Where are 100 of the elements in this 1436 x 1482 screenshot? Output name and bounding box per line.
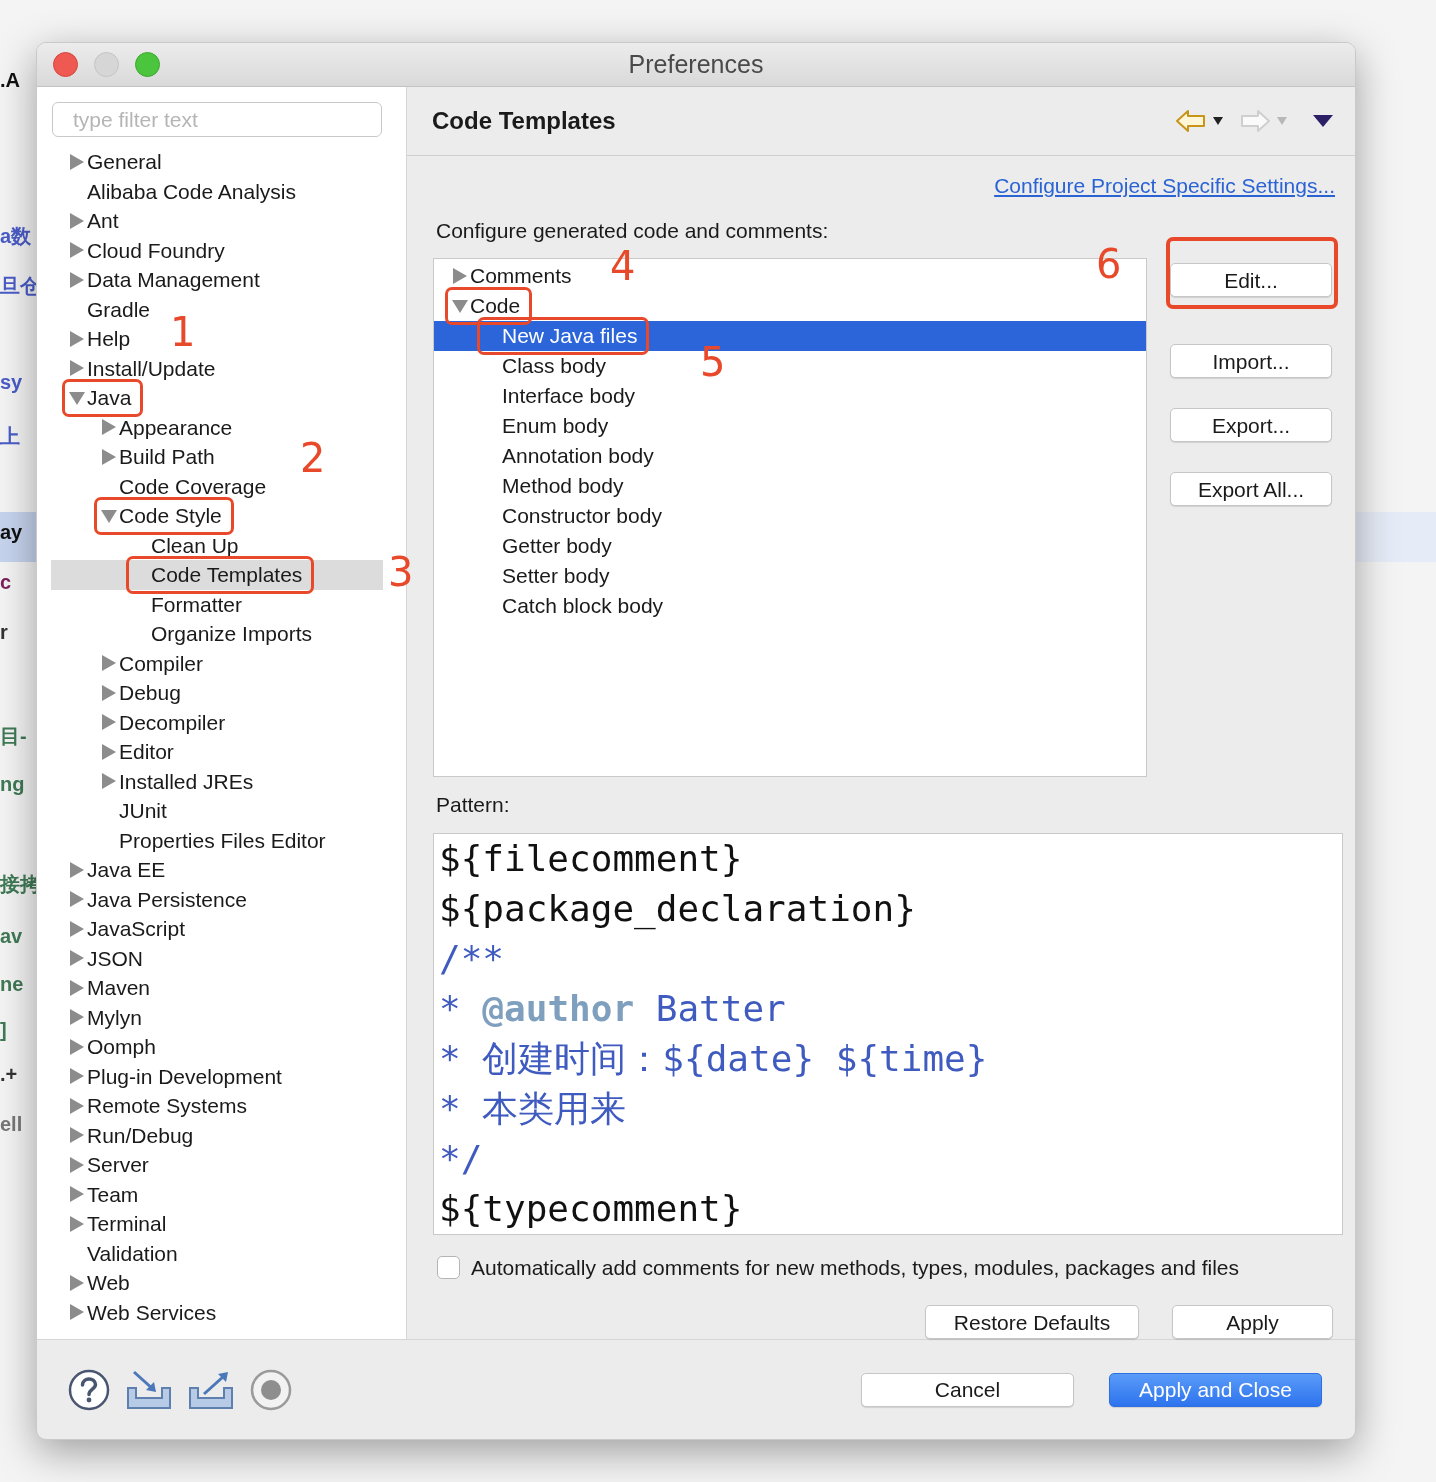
help-icon[interactable]	[68, 1368, 110, 1411]
tree-item[interactable]: Web	[51, 1268, 146, 1298]
tree-item[interactable]: Java Persistence	[51, 884, 263, 914]
side-button[interactable]: Export...	[1170, 408, 1332, 442]
section-label: Configure generated code and comments:	[436, 217, 830, 244]
tree-item[interactable]: Oomph	[51, 1032, 172, 1062]
background-text: a数	[0, 226, 32, 246]
tree-item[interactable]: Mylyn	[51, 1002, 158, 1032]
tree-item[interactable]: Debug	[51, 678, 197, 708]
background-text: av	[0, 926, 23, 946]
tree-item[interactable]: Build Path	[51, 442, 231, 472]
tree-item[interactable]: Getter body	[434, 531, 628, 561]
background-text: ne	[0, 974, 24, 994]
tree-item[interactable]: Installed JREs	[51, 766, 270, 796]
tree-item[interactable]: Alibaba Code Analysis	[51, 176, 312, 206]
side-button[interactable]: Export All...	[1170, 472, 1332, 506]
tree-item[interactable]: Editor	[51, 737, 190, 767]
expander-icon[interactable]	[100, 507, 119, 524]
annotation-number: 2	[300, 438, 326, 478]
checkbox[interactable]	[437, 1255, 460, 1279]
annotation-number: 4	[610, 246, 636, 286]
page-button[interactable]: Apply	[1172, 1305, 1333, 1339]
background-text: sy	[0, 372, 23, 392]
configure-settings-link[interactable]: Configure Project Specific Settings...	[994, 170, 1335, 202]
window-title: Preferences	[628, 49, 764, 78]
tree-item[interactable]: Terminal	[51, 1209, 183, 1239]
tree-item[interactable]: Annotation body	[434, 441, 670, 471]
background-text: 上	[0, 426, 20, 446]
side-button[interactable]: Edit...	[1170, 263, 1332, 297]
tree-item[interactable]: General	[51, 147, 178, 177]
tree-item[interactable]: Code Coverage	[51, 471, 283, 501]
code-line: ${typecomment}	[439, 1186, 744, 1231]
tree-item[interactable]: Remote Systems	[51, 1091, 263, 1121]
tree-item[interactable]: Help	[51, 324, 147, 354]
pattern-label: Pattern:	[436, 792, 511, 818]
expander-icon[interactable]	[68, 389, 87, 406]
page-button[interactable]: Restore Defaults	[925, 1305, 1139, 1339]
tree-item[interactable]: Run/Debug	[51, 1120, 210, 1150]
tree-item[interactable]: Team	[51, 1179, 155, 1209]
tree-item[interactable]: Method body	[434, 471, 640, 501]
tree-item[interactable]: Data Management	[51, 265, 276, 295]
import-icon[interactable]	[126, 1369, 172, 1410]
export-icon[interactable]	[188, 1369, 234, 1410]
background-text: ]	[0, 1020, 7, 1040]
background-text: ell	[0, 1114, 23, 1134]
background-text: 目-	[0, 726, 27, 746]
tree-item[interactable]: Class body	[434, 351, 622, 381]
background-text: ay	[0, 522, 23, 542]
page-title: Code Templates	[432, 106, 616, 136]
tree-item[interactable]: Server	[51, 1150, 165, 1180]
view-menu-icon[interactable]	[1313, 115, 1333, 127]
tree-item[interactable]: Setter body	[434, 561, 626, 591]
tree-item[interactable]: Constructor body	[434, 501, 678, 531]
tree-item[interactable]: Clean Up	[51, 530, 255, 560]
tree-item[interactable]: Install/Update	[51, 353, 232, 383]
tree-item[interactable]: JavaScript	[51, 914, 202, 944]
back-arrow-icon[interactable]	[1175, 109, 1207, 133]
code-line: ${filecomment}	[439, 836, 744, 881]
tree-item[interactable]: JSON	[51, 943, 159, 973]
code-line: * @author Batter	[439, 986, 787, 1031]
tree-item[interactable]: Formatter	[51, 589, 258, 619]
tree-item[interactable]: Web Services	[51, 1297, 233, 1327]
close-icon[interactable]	[53, 52, 78, 77]
checkbox-label: Automatically add comments for new methods, types, modules, packages and files	[471, 1254, 1240, 1281]
tree-item[interactable]: Java EE	[51, 855, 182, 885]
zoom-icon[interactable]	[135, 52, 160, 77]
annotation-number: 6	[1096, 244, 1122, 284]
tree-item[interactable]: Gradle	[51, 294, 167, 324]
dialog-button[interactable]: Apply and Close	[1109, 1372, 1322, 1407]
tree-item[interactable]: Comments	[434, 261, 588, 291]
background-highlight	[0, 512, 36, 562]
tree-item[interactable]: Catch block body	[434, 591, 680, 621]
filter-field[interactable]: type filter text	[52, 102, 382, 137]
tree-item[interactable]: Ant	[51, 206, 135, 236]
annotation-number: 3	[388, 552, 414, 592]
code-line: /**	[439, 936, 506, 981]
tree-item[interactable]: Plug-in Development	[51, 1061, 298, 1091]
code-line: */	[439, 1136, 484, 1181]
pattern-editor[interactable]: ${filecomment} ${package_declaration} /** * @author Batter * 创建时间：${date} ${time} * 本类用来 */ ${typecomment}	[433, 832, 1343, 1235]
tree-item[interactable]: Organize Imports	[51, 619, 329, 649]
tree-item[interactable]: Enum body	[434, 411, 625, 441]
code-line: ${package_declaration}	[439, 886, 917, 932]
tree-item[interactable]: Maven	[51, 973, 167, 1003]
tree-item[interactable]: Cloud Foundry	[51, 235, 241, 265]
dialog-button[interactable]: Cancel	[861, 1372, 1074, 1407]
expander-icon[interactable]	[451, 298, 470, 314]
background-text: c	[0, 572, 12, 592]
tree-item[interactable]: Code Style	[51, 501, 238, 531]
tree-item[interactable]: JUnit	[51, 796, 183, 826]
tree-item[interactable]: Properties Files Editor	[51, 825, 342, 855]
background-text: .A	[0, 70, 20, 90]
tree-item[interactable]: Appearance	[51, 412, 249, 442]
caret-icon[interactable]	[1213, 117, 1223, 125]
tree-item[interactable]: Compiler	[51, 648, 220, 678]
record-icon[interactable]	[250, 1368, 292, 1411]
tree-item[interactable]: Java	[51, 383, 148, 413]
tree-item[interactable]: Interface body	[434, 381, 652, 411]
tree-item[interactable]: Validation	[51, 1238, 194, 1268]
tree-item[interactable]: Decompiler	[51, 707, 242, 737]
side-button[interactable]: Import...	[1170, 344, 1332, 378]
